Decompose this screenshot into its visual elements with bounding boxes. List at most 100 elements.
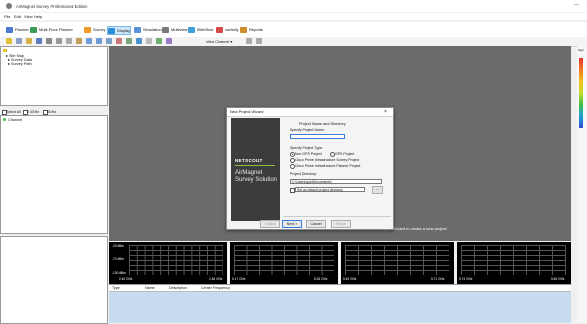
view-channel-dropdown[interactable]: View Channel ▾	[206, 39, 232, 44]
spectrum-x-end: 5.71 GHz	[431, 277, 445, 281]
spectrum-x-end: 2.48 GHz	[209, 277, 223, 281]
ribbon-planner[interactable]: Planner	[6, 26, 29, 33]
ribbon-label: Simulation	[143, 27, 162, 32]
ribbon: Planner Multi-Floor Planner Survey Displ…	[0, 22, 587, 38]
measure-icon[interactable]	[116, 38, 122, 44]
finish-button[interactable]: Finish	[331, 220, 351, 228]
vorticity-icon	[216, 26, 223, 33]
ribbon-label: Planner	[15, 27, 29, 32]
spectrum-grid	[234, 245, 334, 275]
menu-view[interactable]: View	[24, 14, 33, 19]
spectrum-x-end: 5.84 GHz	[551, 277, 565, 281]
brand-line1: AirMagnet	[235, 170, 263, 176]
open-icon[interactable]	[26, 38, 32, 44]
dialog-divider	[283, 216, 391, 217]
spectrum-x-start: 5.17 GHz	[232, 277, 246, 281]
lower-left-panel	[0, 236, 108, 324]
non-gps-label: Non GPS Project	[295, 151, 322, 156]
legend-color-bar	[579, 58, 583, 128]
multi-floor-icon	[30, 26, 37, 33]
dialog-title: New Project Wizard	[230, 110, 264, 114]
save-icon[interactable]	[36, 38, 42, 44]
select-tool-icon[interactable]	[6, 38, 12, 44]
filter-icon[interactable]	[126, 38, 132, 44]
folder-icon	[3, 49, 7, 52]
fit-icon[interactable]	[106, 38, 112, 44]
default-directory-field: Set as default project directory	[295, 187, 365, 192]
spectrum-x-start: 5.74 GHz	[459, 277, 473, 281]
help-icon[interactable]	[246, 38, 252, 44]
reports-icon	[240, 26, 247, 33]
refresh-icon[interactable]	[156, 38, 162, 44]
brand-netscout: NETSCOUT	[235, 158, 263, 163]
ribbon-multi-floor-planner[interactable]: Multi-Floor Planner	[30, 26, 73, 33]
col-type[interactable]: Type	[112, 286, 120, 290]
cisco-survey-label: Cisco Prime Infrastructure Survey Projec…	[295, 157, 360, 162]
browse-button[interactable]: ...	[372, 186, 383, 194]
results-table: Type Name Description Center Frequency	[109, 284, 571, 323]
menu-file[interactable]: File	[4, 14, 10, 19]
ap-icon[interactable]	[136, 38, 142, 44]
legend-label: Sign	[578, 48, 585, 52]
ribbon-label: Display	[117, 28, 131, 33]
menu-edit[interactable]: Edit	[14, 14, 21, 19]
section-heading: Project Name and Directory	[299, 122, 346, 126]
spectrum-y-bottom: -100 dBm	[112, 271, 126, 275]
display-icon	[108, 27, 115, 34]
planner-icon	[6, 26, 13, 33]
layers-icon[interactable]	[166, 38, 172, 44]
tree-label: Survey Path	[10, 62, 32, 66]
project-directory-label: Project Directory:	[290, 172, 317, 176]
band-5-label: 5GHz	[47, 110, 57, 114]
ribbon-reports[interactable]: Reports	[240, 26, 263, 33]
cisco-planner-label: Cisco Prime Infrastructure Planner Proje…	[295, 163, 361, 168]
info-icon[interactable]	[256, 38, 262, 44]
ribbon-multiview[interactable]: Multiview	[162, 26, 187, 33]
gps-label: GPS Project	[335, 151, 355, 156]
table-body	[109, 292, 571, 323]
copy-icon[interactable]	[66, 38, 72, 44]
survey-icon	[84, 26, 91, 33]
next-button[interactable]: Next >	[282, 220, 302, 228]
spectrum-grid	[129, 245, 223, 275]
project-type-label: Specify Project Type:	[290, 146, 323, 150]
spectrum-grid	[345, 245, 449, 275]
dialog-close-button[interactable]: ×	[384, 109, 387, 115]
channel-list-panel: Channel	[0, 115, 108, 234]
site-tree-panel: ▸ Site Map ▸ Survey Data ▸ Survey Path	[0, 46, 108, 106]
grid-icon[interactable]	[146, 38, 152, 44]
brand-underline	[235, 165, 275, 166]
paste-icon[interactable]	[76, 38, 82, 44]
menu-help[interactable]: Help	[34, 14, 42, 19]
minimize-button[interactable]: —	[574, 2, 579, 8]
new-icon[interactable]	[16, 38, 22, 44]
zoom-out-icon[interactable]	[96, 38, 102, 44]
spectrum-y-top: -20 dBm	[112, 244, 125, 248]
ribbon-display[interactable]: Display	[107, 26, 132, 35]
spectrum-panel-5ghz-low: 5.17 GHz 5.33 GHz	[230, 242, 338, 284]
select-all-label: Select All	[6, 110, 21, 114]
back-button[interactable]: < Back	[260, 220, 280, 228]
zoom-in-icon[interactable]	[86, 38, 92, 44]
project-name-input[interactable]	[290, 134, 345, 139]
ribbon-simulation[interactable]: Simulation	[134, 26, 162, 33]
col-description[interactable]: Description	[169, 286, 187, 290]
multiview-icon	[162, 26, 169, 33]
col-name[interactable]: Name	[145, 286, 155, 290]
ribbon-vorticity[interactable]: vorticity	[216, 26, 239, 33]
project-directory-input[interactable]: C:\Users\gpet\Documents\	[290, 179, 382, 184]
cancel-button[interactable]: Cancel	[306, 220, 326, 228]
channel-header: Channel	[8, 117, 23, 122]
spectrum-y-mid: -70 dBm	[112, 257, 125, 261]
tree-item-survey-path[interactable]: ▸ Survey Path	[8, 61, 32, 66]
ribbon-isiteview[interactable]: iSiteView	[188, 26, 213, 33]
band-24-label: 2.4GHz	[27, 110, 40, 114]
ribbon-label: Survey	[93, 27, 106, 32]
cut-icon[interactable]	[56, 38, 62, 44]
ribbon-label: Multi-Floor Planner	[39, 27, 73, 32]
print-icon[interactable]	[46, 38, 52, 44]
spectrum-panel-5ghz-high: 5.74 GHz 5.84 GHz	[457, 242, 571, 284]
col-center-frequency[interactable]: Center Frequency	[201, 286, 230, 290]
channel-icon	[3, 118, 6, 121]
ribbon-survey[interactable]: Survey	[84, 26, 105, 33]
